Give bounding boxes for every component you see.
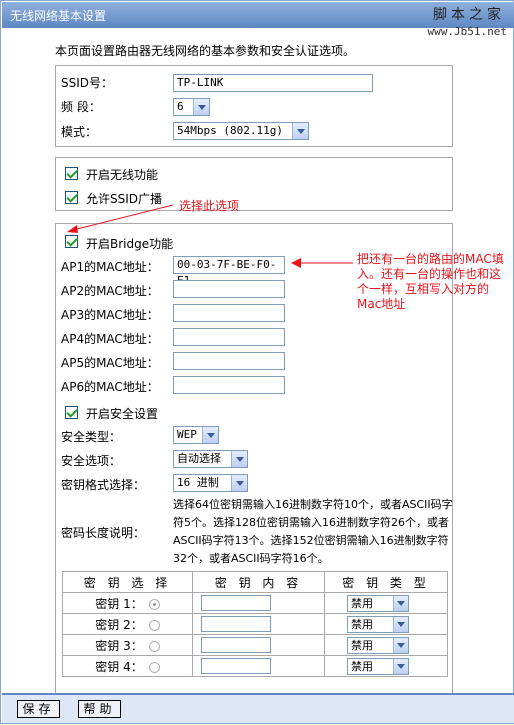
arrowhead-icon (67, 225, 78, 233)
arrow-to-bridge-line (68, 204, 174, 232)
arrowhead-icon (291, 258, 301, 268)
bottom-toolbar: 保存 帮助 (2, 693, 514, 723)
annotation-arrows (67, 204, 353, 268)
router-settings-page: 无线网络基本设置 脚本之家 www.Jb51.net 本页面设置路由器无线网络的… (0, 0, 514, 724)
save-button[interactable]: 保存 (17, 700, 60, 718)
help-button[interactable]: 帮助 (78, 700, 121, 718)
